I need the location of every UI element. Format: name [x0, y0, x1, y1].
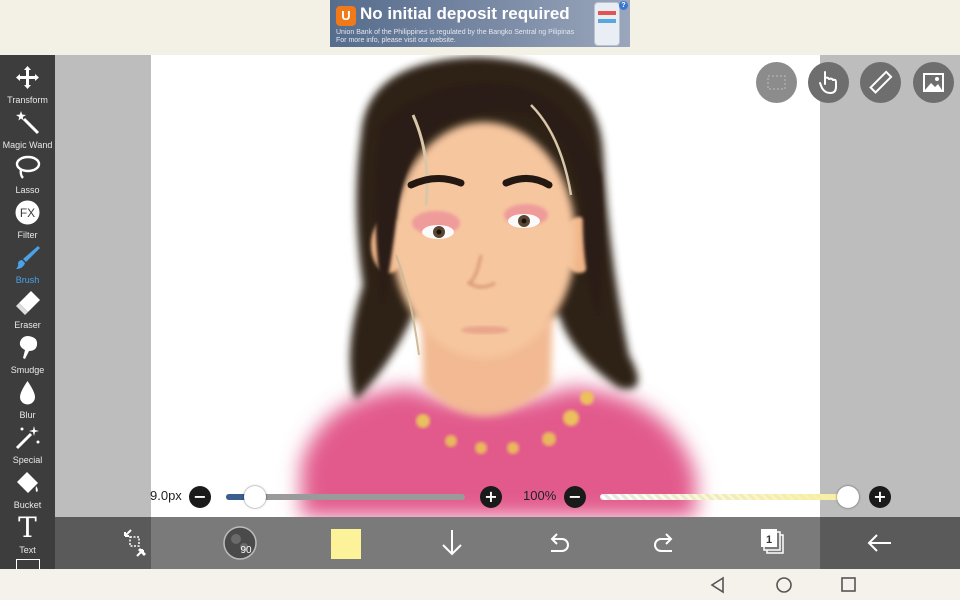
recents-square-icon[interactable]: [838, 574, 860, 596]
undo-icon: [550, 533, 569, 552]
tool-label: Filter: [17, 230, 38, 240]
ad-headline: No initial deposit required: [360, 4, 570, 23]
blur-drop-icon: [20, 381, 35, 405]
color-swatch-button[interactable]: [331, 517, 361, 569]
size-increase-button[interactable]: +: [480, 486, 502, 508]
layers-button[interactable]: 1: [758, 517, 788, 569]
ad-subtext: Union Bank of the Philippines is regulat…: [336, 29, 574, 45]
hand-touch-icon: [819, 71, 837, 95]
redo-button[interactable]: [652, 517, 678, 569]
opacity-slider[interactable]: [600, 494, 848, 500]
lasso-icon: [15, 155, 41, 179]
ad-subline-2: For more info, please visit our website.: [336, 37, 456, 44]
text-icon: T: [18, 511, 37, 544]
tool-transform[interactable]: Transform: [0, 62, 55, 107]
tool-label: Eraser: [14, 320, 41, 330]
undo-button[interactable]: [545, 517, 571, 569]
tool-eraser[interactable]: Eraser: [0, 287, 55, 332]
ad-subline-1: Union Bank of the Philippines is regulat…: [336, 29, 575, 36]
tool-label: Transform: [7, 95, 48, 105]
brush-preview-button[interactable]: 90: [222, 517, 258, 569]
tool-panel: Transform Magic Wand Lasso FX Filter Bru…: [0, 55, 55, 569]
opacity-label: 100%: [523, 488, 557, 503]
opacity-increase-button[interactable]: +: [869, 486, 891, 508]
selection-transform-icon: [124, 529, 146, 557]
reference-image-button[interactable]: [913, 62, 954, 103]
tool-label: Bucket: [13, 500, 42, 510]
back-arrow-icon: [867, 534, 891, 552]
tool-label: Special: [12, 455, 43, 465]
ad-phone-image: [594, 2, 620, 46]
tool-label: Brush: [15, 275, 40, 285]
selection-dots-icon: [767, 75, 786, 90]
image-icon: [923, 73, 944, 92]
tool-filter[interactable]: FX Filter: [0, 197, 55, 242]
brush-size-thumb[interactable]: [243, 486, 266, 508]
touch-button[interactable]: [808, 62, 849, 103]
redo-icon: [654, 533, 673, 552]
ruler-button[interactable]: [860, 62, 901, 103]
tool-blur[interactable]: Blur: [0, 377, 55, 422]
bottom-action-bar: 90 1: [55, 517, 960, 569]
system-nav-bar: [0, 569, 960, 600]
tool-lasso[interactable]: Lasso: [0, 152, 55, 197]
current-color-swatch: [331, 529, 361, 559]
drawing-canvas[interactable]: [151, 55, 820, 517]
size-decrease-button[interactable]: −: [189, 486, 211, 508]
back-button[interactable]: [865, 517, 893, 569]
ad-logo: U: [336, 6, 356, 26]
tool-special[interactable]: Special: [0, 422, 55, 467]
eraser-icon: [16, 291, 40, 315]
back-triangle-icon[interactable]: [707, 574, 729, 596]
opacity-decrease-button[interactable]: −: [564, 486, 586, 508]
home-circle-icon[interactable]: [773, 574, 795, 596]
brush-preview-icon: 90: [223, 526, 257, 560]
opacity-fill: [600, 494, 848, 500]
layers-icon: 1: [761, 529, 784, 554]
magic-wand-icon: [16, 111, 40, 135]
frame-tool-icon[interactable]: [16, 559, 40, 569]
download-arrow-icon: [442, 530, 462, 556]
fx-icon: FX: [15, 200, 40, 225]
tool-label: Magic Wand: [2, 140, 53, 150]
fx-glyph: FX: [20, 206, 35, 220]
selection-transform-button[interactable]: [117, 517, 151, 569]
brush-size-label: 9.0px: [150, 488, 182, 503]
move-arrows-icon: [16, 66, 39, 89]
ruler-icon: [869, 70, 893, 94]
banner-ad[interactable]: U No initial deposit required Union Bank…: [330, 0, 630, 47]
brush-preview-value: 90: [240, 545, 252, 556]
bucket-icon: [17, 472, 38, 493]
smudge-icon: [19, 336, 38, 359]
tool-label: Smudge: [10, 365, 45, 375]
tool-smudge[interactable]: Smudge: [0, 332, 55, 377]
tool-bucket[interactable]: Bucket: [0, 467, 55, 512]
tool-label: Blur: [19, 410, 36, 420]
top-ad-bar: U No initial deposit required Union Bank…: [0, 0, 960, 55]
tool-magic-wand[interactable]: Magic Wand: [0, 107, 55, 152]
ad-info-icon[interactable]: ?: [619, 1, 628, 10]
tool-text[interactable]: T Text: [0, 512, 55, 557]
opacity-thumb[interactable]: [837, 486, 859, 508]
selection-dots-button[interactable]: [756, 62, 797, 103]
sparkle-wand-icon: [15, 426, 40, 450]
portrait-artwork: [301, 57, 696, 517]
tool-brush[interactable]: Brush: [0, 242, 55, 287]
layers-count: 1: [766, 534, 772, 546]
download-button[interactable]: [439, 517, 465, 569]
brush-icon: [16, 246, 40, 269]
tool-label: Lasso: [15, 185, 40, 195]
tool-label: Text: [19, 545, 36, 555]
